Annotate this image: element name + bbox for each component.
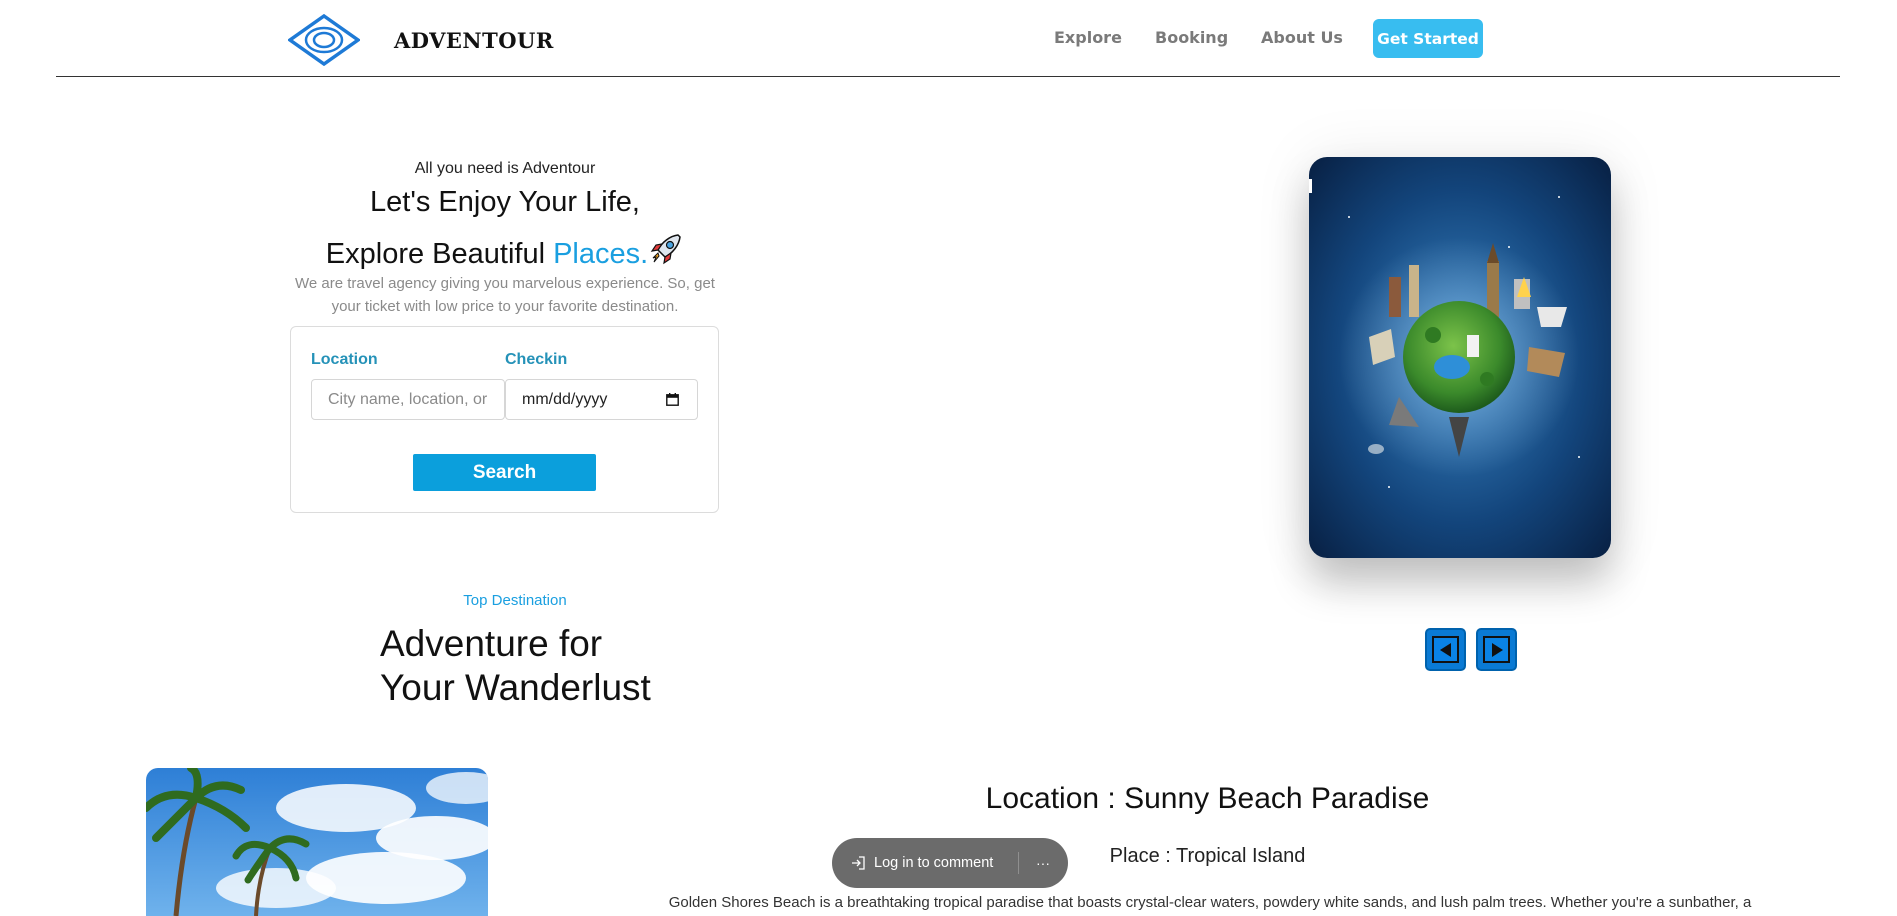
search-card: Location Checkin City name, location, or… [290, 326, 719, 513]
get-started-button[interactable]: Get Started [1373, 19, 1483, 58]
destination-image [146, 768, 488, 916]
location-label: Location [311, 351, 378, 368]
checkin-date-input[interactable]: mm/dd/yyyy [505, 379, 698, 420]
rocket-icon [648, 231, 684, 275]
section-title-line1: Adventure for [380, 623, 603, 664]
search-button[interactable]: Search [413, 454, 596, 491]
hero-title-line2: Explore Beautiful Places. [290, 231, 720, 275]
section-title-line2: Your Wanderlust [380, 667, 651, 708]
hero-title-line1: Let's Enjoy Your Life, [370, 186, 640, 218]
calendar-icon[interactable] [666, 393, 679, 406]
hero-title-accent: Places. [553, 238, 649, 270]
nav-explore[interactable]: Explore [1054, 28, 1122, 47]
header-divider [56, 76, 1840, 77]
location-input[interactable]: City name, location, or [311, 379, 505, 420]
hero-title-prefix: Explore Beautiful [325, 238, 554, 270]
eye-diamond-logo-icon[interactable] [288, 14, 360, 66]
hero-tagline: All you need is Adventour [414, 160, 596, 177]
nav-booking[interactable]: Booking [1155, 28, 1228, 47]
site-header: ADVENTOUR Explore Booking About Us Get S… [0, 0, 1897, 78]
log-in-to-comment-button[interactable]: Log in to comment [850, 838, 993, 888]
right-arrow-icon [1483, 636, 1510, 663]
carousel-prev-button[interactable] [1425, 628, 1466, 671]
checkin-label: Checkin [505, 351, 568, 368]
more-options-icon[interactable]: ··· [1028, 838, 1058, 888]
left-arrow-icon [1432, 636, 1459, 663]
comment-label: Log in to comment [874, 855, 994, 871]
hero-description-line1: We are travel agency giving you marvelou… [295, 275, 715, 292]
hero-description: We are travel agency giving you marvelou… [290, 272, 720, 318]
section-title: Adventure for Your Wanderlust [380, 622, 651, 710]
comment-divider [1018, 852, 1019, 874]
top-destination-eyebrow: Top Destination [463, 592, 567, 609]
carousel-next-button[interactable] [1476, 628, 1517, 671]
carousel-image [1309, 157, 1611, 558]
brand-name[interactable]: ADVENTOUR [394, 28, 554, 53]
hero-description-line2: your ticket with low price to your favor… [331, 298, 679, 315]
checkin-date-value: mm/dd/yyyy [522, 390, 608, 408]
destination-description: Golden Shores Beach is a breathtaking tr… [668, 894, 1752, 911]
comment-toolbar: Log in to comment ··· [832, 838, 1068, 888]
login-icon [852, 856, 865, 870]
nav-about-us[interactable]: About Us [1261, 28, 1343, 47]
destination-location: Location : Sunny Beach Paradise [985, 782, 1430, 815]
